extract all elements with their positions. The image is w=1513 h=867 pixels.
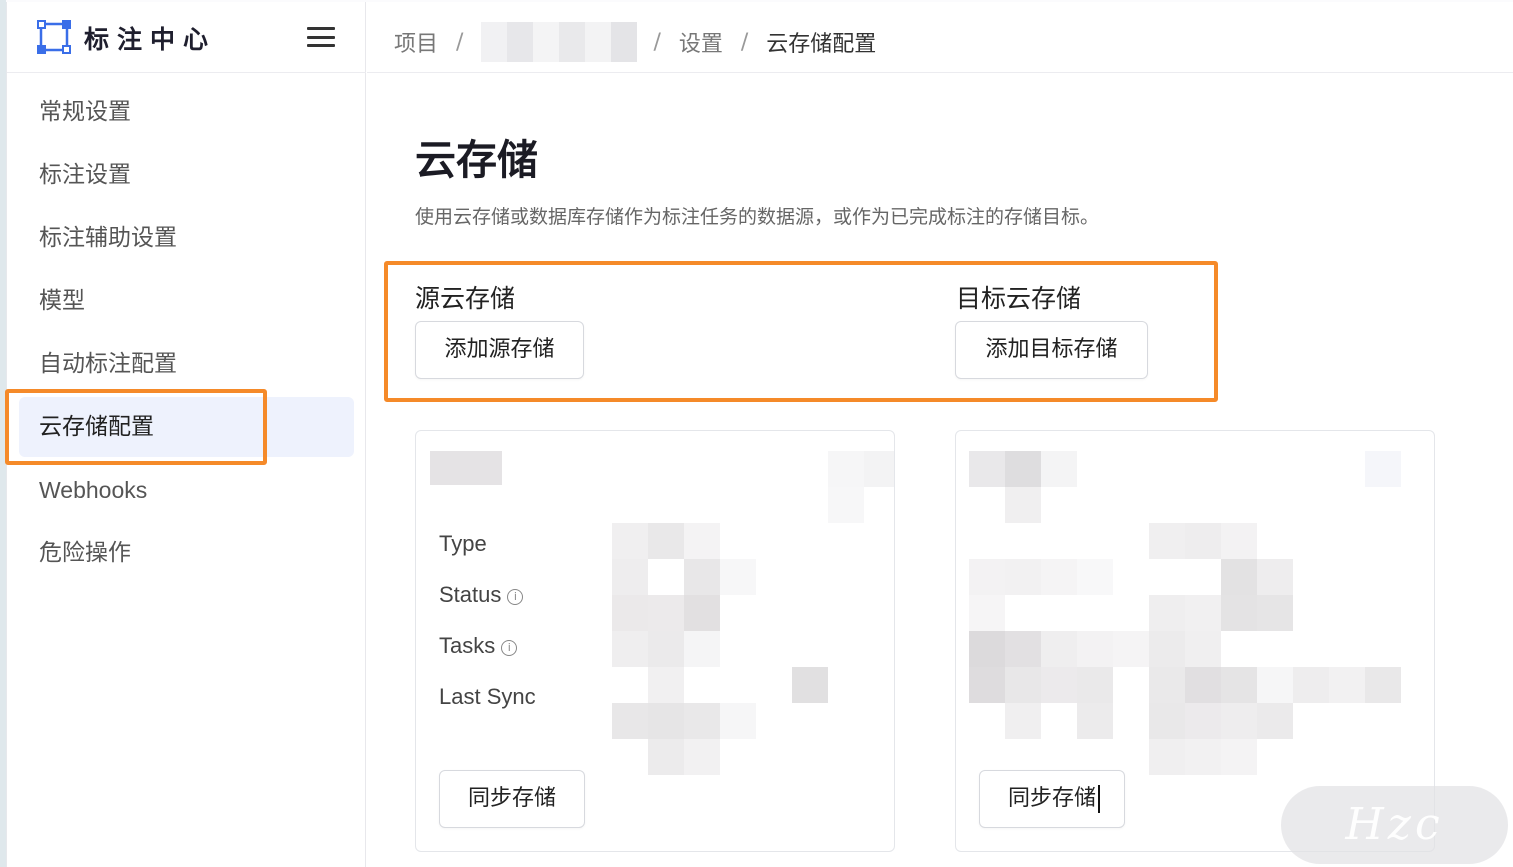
top-bar: 项目 / / 设置 / 云存储配置 xyxy=(367,2,1513,73)
add-source-storage-button[interactable]: 添加源存储 xyxy=(415,321,584,379)
sidebar-item-general[interactable]: 常规设置 xyxy=(19,82,354,142)
sidebar-item-webhooks[interactable]: Webhooks xyxy=(19,460,354,520)
watermark-logo: Hzc xyxy=(1281,786,1508,864)
sidebar-item-cloud-storage[interactable]: 云存储配置 xyxy=(19,397,354,457)
source-storage-card: Type Status i Tasks i Last Sync 同步存储 xyxy=(415,430,895,852)
sidebar-item-annotation-assist[interactable]: 标注辅助设置 xyxy=(19,208,354,268)
add-target-storage-button[interactable]: 添加目标存储 xyxy=(955,321,1148,379)
page-description: 使用云存储或数据库存储作为标注任务的数据源，或作为已完成标注的存储目标。 xyxy=(415,206,1100,228)
storage-name-redacted xyxy=(430,451,502,485)
breadcrumb-settings[interactable]: 设置 xyxy=(679,26,723,58)
hamburger-menu-icon[interactable] xyxy=(305,24,337,50)
sync-storage-button[interactable]: 同步存储 xyxy=(979,770,1125,828)
breadcrumb-separator: / xyxy=(740,29,749,55)
bounding-box-icon xyxy=(37,20,71,54)
sidebar: 标注中心 常规设置 标注设置 标注辅助设置 模型 自动标注配置 云存储配置 We… xyxy=(5,2,366,867)
breadcrumb-separator: / xyxy=(653,29,661,55)
brand-title: 标注中心 xyxy=(84,25,217,54)
main-content: 云存储 使用云存储或数据库存储作为标注任务的数据源，或作为已完成标注的存储目标。… xyxy=(367,74,1513,867)
info-icon[interactable]: i xyxy=(501,640,518,656)
target-storage-label: 目标云存储 xyxy=(956,284,1082,313)
sync-storage-button[interactable]: 同步存储 xyxy=(439,770,585,828)
text-cursor xyxy=(1098,785,1100,813)
tasks-label: Tasks i xyxy=(439,633,518,659)
breadcrumb-project-name-redacted[interactable] xyxy=(481,22,639,62)
sidebar-item-auto-annotation[interactable]: 自动标注配置 xyxy=(19,334,354,394)
breadcrumb-separator: / xyxy=(456,29,464,55)
page-title: 云存储 xyxy=(415,136,538,184)
breadcrumb-cloud-storage: 云存储配置 xyxy=(766,32,877,57)
status-label: Status i xyxy=(439,582,524,608)
type-label: Type xyxy=(439,531,487,556)
breadcrumb-projects[interactable]: 项目 xyxy=(394,26,438,58)
source-storage-label: 源云存储 xyxy=(415,284,516,313)
breadcrumb: 项目 / / 设置 / 云存储配置 xyxy=(394,22,876,62)
sidebar-item-model[interactable]: 模型 xyxy=(19,271,354,331)
app-window: 标注中心 常规设置 标注设置 标注辅助设置 模型 自动标注配置 云存储配置 We… xyxy=(5,2,1513,867)
brand-header: 标注中心 xyxy=(7,2,366,73)
last-sync-label: Last Sync xyxy=(439,684,536,709)
sidebar-item-annotation[interactable]: 标注设置 xyxy=(19,145,354,205)
sidebar-item-danger-zone[interactable]: 危险操作 xyxy=(19,523,354,583)
info-icon[interactable]: i xyxy=(507,589,524,605)
settings-nav: 常规设置 标注设置 标注辅助设置 模型 自动标注配置 云存储配置 Webhook… xyxy=(19,82,354,586)
